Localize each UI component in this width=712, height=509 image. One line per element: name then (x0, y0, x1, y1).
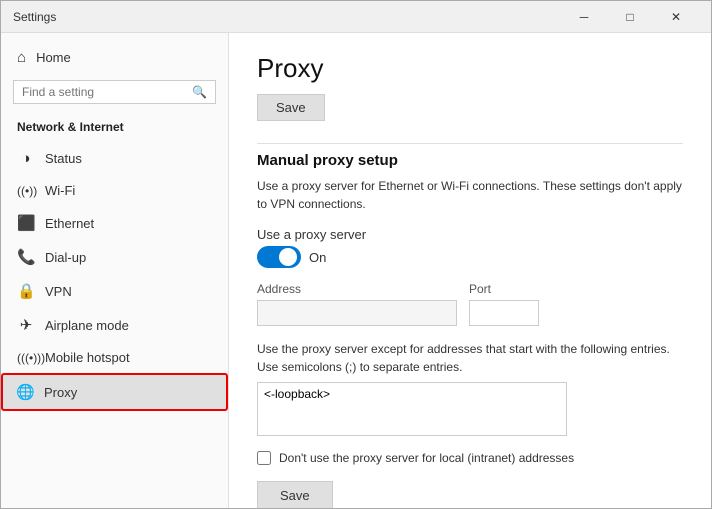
divider (257, 143, 683, 144)
exceptions-textarea[interactable]: <-loopback> (257, 382, 567, 436)
search-icon: 🔍 (192, 85, 207, 99)
vpn-icon: 🔒 (17, 282, 35, 300)
sidebar-item-airplane[interactable]: ✈ Airplane mode (1, 308, 228, 342)
sidebar-item-wifi[interactable]: ((•)) Wi-Fi (1, 175, 228, 206)
settings-window: Settings ─ □ ✕ ⌂ Home 🔍 Network & Intern… (0, 0, 712, 509)
wifi-icon: ((•)) (17, 184, 35, 198)
toggle-row: On (257, 246, 683, 268)
sidebar-item-home[interactable]: ⌂ Home (1, 41, 228, 74)
sidebar-item-hotspot[interactable]: (((•))) Mobile hotspot (1, 342, 228, 373)
sidebar-item-label: Airplane mode (45, 318, 129, 333)
sidebar-item-label: VPN (45, 284, 72, 299)
toggle-state-label: On (309, 250, 326, 265)
address-input[interactable] (257, 300, 457, 326)
sidebar-item-label: Mobile hotspot (45, 350, 130, 365)
home-label: Home (36, 50, 71, 65)
proxy-toggle[interactable] (257, 246, 301, 268)
dialup-icon: 📞 (17, 248, 35, 266)
home-icon: ⌂ (17, 49, 26, 66)
window-title: Settings (13, 10, 561, 24)
sidebar-item-label: Proxy (44, 385, 77, 400)
sidebar-item-label: Dial-up (45, 250, 86, 265)
section-title: Manual proxy setup (257, 152, 683, 169)
sidebar-item-label: Status (45, 151, 82, 166)
address-label: Address (257, 282, 457, 296)
airplane-icon: ✈ (17, 316, 35, 334)
content-area: ⌂ Home 🔍 Network & Internet ◑ Status ((•… (1, 33, 711, 508)
port-label: Port (469, 282, 539, 296)
main-panel: Proxy Save Manual proxy setup Use a prox… (229, 33, 711, 508)
sidebar-item-status[interactable]: ◑ Status (1, 142, 228, 175)
description-text: Use a proxy server for Ethernet or Wi-Fi… (257, 177, 683, 213)
ethernet-icon: ⬛ (17, 214, 35, 232)
address-port-row: Address Port (257, 282, 683, 326)
sidebar-item-proxy[interactable]: 🌐 Proxy (1, 373, 228, 411)
port-input[interactable] (469, 300, 539, 326)
page-title: Proxy (257, 53, 683, 84)
status-icon: ◑ (17, 150, 35, 167)
sidebar-item-label: Ethernet (45, 216, 94, 231)
save-top-button[interactable]: Save (257, 94, 325, 121)
sidebar-item-dialup[interactable]: 📞 Dial-up (1, 240, 228, 274)
sidebar: ⌂ Home 🔍 Network & Internet ◑ Status ((•… (1, 33, 229, 508)
hotspot-icon: (((•))) (17, 351, 35, 365)
address-field-group: Address (257, 282, 457, 326)
maximize-button[interactable]: □ (607, 1, 653, 33)
checkbox-label: Don't use the proxy server for local (in… (279, 451, 574, 465)
minimize-button[interactable]: ─ (561, 1, 607, 33)
use-proxy-label: Use a proxy server (257, 227, 683, 242)
sidebar-item-ethernet[interactable]: ⬛ Ethernet (1, 206, 228, 240)
search-box[interactable]: 🔍 (13, 80, 216, 104)
sidebar-item-label: Wi-Fi (45, 183, 75, 198)
sidebar-item-vpn[interactable]: 🔒 VPN (1, 274, 228, 308)
local-checkbox[interactable] (257, 451, 271, 465)
proxy-icon: 🌐 (16, 383, 34, 401)
save-button[interactable]: Save (257, 481, 333, 508)
close-button[interactable]: ✕ (653, 1, 699, 33)
search-input[interactable] (22, 85, 192, 99)
sidebar-section-title: Network & Internet (1, 114, 228, 142)
port-field-group: Port (469, 282, 539, 326)
titlebar: Settings ─ □ ✕ (1, 1, 711, 33)
window-controls: ─ □ ✕ (561, 1, 699, 33)
checkbox-row: Don't use the proxy server for local (in… (257, 451, 683, 465)
toggle-switch[interactable]: On (257, 246, 326, 268)
exceptions-description: Use the proxy server except for addresse… (257, 340, 683, 376)
